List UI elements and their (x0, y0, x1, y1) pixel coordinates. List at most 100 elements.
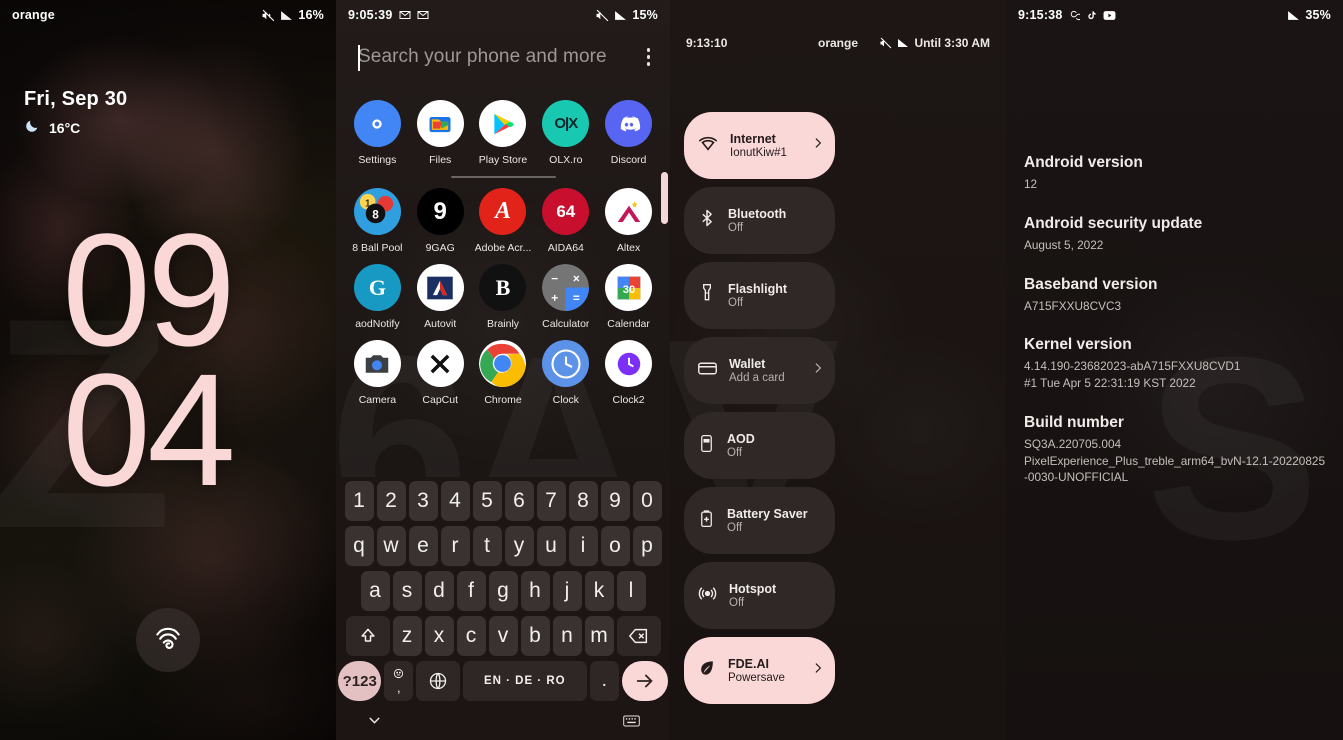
app-item[interactable]: Clock2 (597, 330, 660, 406)
fingerprint-unlock-button[interactable] (136, 608, 200, 672)
app-item[interactable]: Settings (346, 90, 409, 166)
key-g[interactable]: g (488, 571, 518, 611)
space-bar[interactable]: EN · DE · RO (462, 661, 587, 701)
weather-temperature: 16°C (49, 119, 81, 136)
svg-text:+: + (552, 292, 559, 305)
period-key[interactable]: . (589, 661, 619, 701)
key-8[interactable]: 8 (568, 481, 598, 521)
qs-tile-bluetooth[interactable]: Bluetooth Off (684, 187, 835, 254)
key-t[interactable]: t (472, 526, 502, 566)
key-k[interactable]: k (584, 571, 614, 611)
key-q[interactable]: q (344, 526, 374, 566)
svg-text:−: − (552, 273, 559, 286)
backspace-icon[interactable] (616, 616, 661, 656)
key-m[interactable]: m (584, 616, 614, 656)
qs-tile-aod[interactable]: AOD Off (684, 412, 835, 479)
qs-tile-fde-ai[interactable]: FDE.AI Powersave (684, 637, 835, 704)
globe-language-icon[interactable] (416, 661, 460, 701)
app-item[interactable]: Chrome (472, 330, 535, 406)
emoji-comma-icon[interactable]: , (384, 661, 414, 701)
key-4[interactable]: 4 (440, 481, 470, 521)
app-item[interactable]: 30 Calendar (597, 254, 660, 330)
key-w[interactable]: w (376, 526, 406, 566)
chevron-right-icon[interactable] (811, 361, 825, 380)
shift-up-icon[interactable] (345, 616, 390, 656)
app-item[interactable]: Camera (346, 330, 409, 406)
key-p[interactable]: p (632, 526, 662, 566)
info-item-android-version[interactable]: Android version 12 (1006, 132, 1343, 193)
key-6[interactable]: 6 (504, 481, 534, 521)
drawer-scrollbar[interactable] (661, 172, 668, 224)
keyboard-switcher-icon[interactable] (623, 714, 640, 733)
app-item[interactable]: A Adobe Acr... (472, 178, 535, 254)
key-h[interactable]: h (520, 571, 550, 611)
key-0[interactable]: 0 (632, 481, 662, 521)
key-2[interactable]: 2 (376, 481, 406, 521)
app-item[interactable]: 18 8 Ball Pool (346, 178, 409, 254)
settings-gear-icon (353, 100, 401, 147)
app-item[interactable]: 9 9GAG (409, 178, 472, 254)
chevron-right-icon[interactable] (811, 661, 825, 680)
app-item[interactable]: Files (409, 90, 472, 166)
key-z[interactable]: z (392, 616, 422, 656)
app-item[interactable]: Altex (597, 178, 660, 254)
lockscreen-status-bar: orange 16% (0, 0, 336, 30)
key-9[interactable]: 9 (600, 481, 630, 521)
app-item[interactable]: CapCut (409, 330, 472, 406)
key-i[interactable]: i (568, 526, 598, 566)
app-grid: Settings Files Play Store O|X OLX.ro Dis… (336, 84, 670, 406)
enter-arrow-icon[interactable] (621, 661, 669, 701)
key-y[interactable]: y (504, 526, 534, 566)
key-3[interactable]: 3 (408, 481, 438, 521)
key-v[interactable]: v (488, 616, 518, 656)
key-s[interactable]: s (392, 571, 422, 611)
app-item[interactable]: O|X OLX.ro (534, 90, 597, 166)
app-item[interactable]: − × + = Calculator (534, 254, 597, 330)
qs-tile-hotspot[interactable]: Hotspot Off (684, 562, 835, 629)
tile-subtitle: Off (729, 597, 745, 609)
info-item-baseband-version[interactable]: Baseband version A715FXXU8CVC3 (1006, 254, 1343, 315)
key-r[interactable]: r (440, 526, 470, 566)
app-item[interactable]: G aodNotify (346, 254, 409, 330)
key-x[interactable]: x (424, 616, 454, 656)
key-d[interactable]: d (424, 571, 454, 611)
chevron-down-icon[interactable] (366, 712, 383, 734)
key-j[interactable]: j (552, 571, 582, 611)
app-item[interactable]: B Brainly (472, 254, 535, 330)
qs-tile-flashlight[interactable]: Flashlight Off (684, 262, 835, 329)
key-c[interactable]: c (456, 616, 486, 656)
chevron-right-icon[interactable] (811, 136, 825, 155)
key-b[interactable]: b (520, 616, 550, 656)
alarm-clock-icon (605, 340, 653, 387)
app-item[interactable]: 64 AIDA64 (534, 178, 597, 254)
battery-percent-label: 35% (1305, 8, 1331, 22)
key-o[interactable]: o (600, 526, 630, 566)
key-5[interactable]: 5 (472, 481, 502, 521)
key-a[interactable]: a (360, 571, 390, 611)
kebab-menu-icon[interactable] (641, 42, 657, 72)
key-e[interactable]: e (408, 526, 438, 566)
key-7[interactable]: 7 (536, 481, 566, 521)
app-item[interactable]: Autovit (409, 254, 472, 330)
lockscreen-weather[interactable]: 16°C (24, 118, 80, 137)
key-l[interactable]: l (616, 571, 646, 611)
vibrate-off-icon (596, 9, 609, 22)
search-input[interactable]: Search your phone and more (358, 46, 607, 68)
info-item-build-number[interactable]: Build number SQ3A.220705.004 PixelExperi… (1006, 392, 1343, 486)
info-item-security-update[interactable]: Android security update August 5, 2022 (1006, 193, 1343, 254)
symbols-key[interactable]: ?123 (338, 661, 382, 701)
tile-title: AOD (727, 432, 755, 446)
key-u[interactable]: u (536, 526, 566, 566)
app-item[interactable]: Play Store (472, 90, 535, 166)
info-item-kernel-version[interactable]: Kernel version 4.14.190-23682023-abA715F… (1006, 314, 1343, 392)
qs-tile-wallet[interactable]: Wallet Add a card (684, 337, 835, 404)
app-item[interactable]: Clock (534, 330, 597, 406)
app-item[interactable]: Discord (597, 90, 660, 166)
app-drawer-panel: 6 A 9:05:39 15% (336, 0, 670, 740)
key-1[interactable]: 1 (344, 481, 374, 521)
qs-tile-internet[interactable]: Internet IonutKiw#1 (684, 112, 835, 179)
qs-tile-battery-saver[interactable]: Battery Saver Off (684, 487, 835, 554)
drawer-search-bar[interactable]: Search your phone and more (336, 30, 670, 84)
key-n[interactable]: n (552, 616, 582, 656)
key-f[interactable]: f (456, 571, 486, 611)
